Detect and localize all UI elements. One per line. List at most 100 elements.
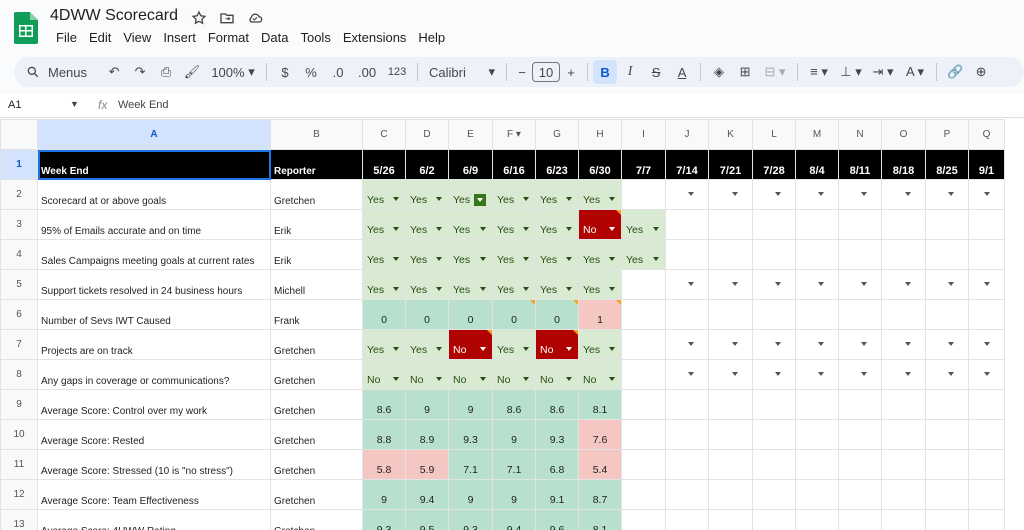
- score-cell[interactable]: 9.3: [448, 419, 493, 450]
- empty-dropdown-cell[interactable]: [881, 329, 926, 360]
- dropdown-cell[interactable]: No: [405, 359, 449, 390]
- empty-dropdown-cell[interactable]: [752, 329, 796, 360]
- empty-cell[interactable]: [881, 389, 926, 420]
- empty-cell[interactable]: [621, 449, 666, 480]
- insert-comment-icon[interactable]: ⊕: [968, 60, 994, 84]
- dropdown-arrow-icon[interactable]: [436, 347, 442, 351]
- empty-cell[interactable]: [708, 389, 753, 420]
- dropdown-arrow-icon[interactable]: [984, 282, 990, 286]
- empty-cell[interactable]: [621, 359, 666, 390]
- dropdown-cell[interactable]: Yes: [405, 329, 449, 360]
- sheets-logo-icon[interactable]: [14, 12, 38, 44]
- empty-dropdown-cell[interactable]: [881, 359, 926, 390]
- empty-cell[interactable]: [665, 449, 709, 480]
- filter-icon[interactable]: ▾: [516, 129, 521, 140]
- select-all-corner[interactable]: [0, 119, 38, 150]
- date-header[interactable]: 8/11: [838, 149, 882, 180]
- metric-name-cell[interactable]: Support tickets resolved in 24 business …: [37, 269, 271, 300]
- score-cell[interactable]: 8.8: [362, 419, 406, 450]
- empty-cell[interactable]: [621, 329, 666, 360]
- empty-cell[interactable]: [925, 239, 969, 270]
- empty-cell[interactable]: [881, 239, 926, 270]
- dropdown-arrow-icon[interactable]: [480, 257, 486, 261]
- score-cell[interactable]: 5.4: [578, 449, 622, 480]
- dropdown-cell[interactable]: No: [535, 359, 579, 390]
- empty-cell[interactable]: [838, 419, 882, 450]
- dropdown-arrow-icon[interactable]: [523, 257, 529, 261]
- score-cell[interactable]: 8.1: [578, 509, 622, 530]
- empty-cell[interactable]: [665, 419, 709, 450]
- dropdown-arrow-icon[interactable]: [609, 287, 615, 291]
- empty-dropdown-cell[interactable]: [752, 179, 796, 210]
- paint-format-icon[interactable]: 🖌: [179, 60, 205, 84]
- dropdown-arrow-icon[interactable]: [566, 257, 572, 261]
- dropdown-arrow-icon[interactable]: [818, 282, 824, 286]
- empty-cell[interactable]: [881, 479, 926, 510]
- dropdown-arrow-icon[interactable]: [984, 342, 990, 346]
- score-cell[interactable]: 8.1: [578, 389, 622, 420]
- dropdown-arrow-icon[interactable]: [523, 227, 529, 231]
- dropdown-arrow-icon[interactable]: [523, 287, 529, 291]
- empty-dropdown-cell[interactable]: [665, 329, 709, 360]
- empty-dropdown-cell[interactable]: [881, 179, 926, 210]
- empty-cell[interactable]: [621, 479, 666, 510]
- dropdown-arrow-icon[interactable]: [480, 377, 486, 381]
- name-box-chevron-icon[interactable]: ▼: [70, 99, 79, 109]
- star-icon[interactable]: [190, 9, 208, 27]
- empty-cell[interactable]: [621, 179, 666, 210]
- score-cell[interactable]: 8.6: [492, 389, 536, 420]
- score-cell[interactable]: 5.8: [362, 449, 406, 480]
- empty-cell[interactable]: [795, 209, 839, 240]
- empty-cell[interactable]: [968, 479, 1005, 510]
- dropdown-arrow-icon[interactable]: [905, 372, 911, 376]
- empty-dropdown-cell[interactable]: [708, 329, 753, 360]
- horizontal-align-icon[interactable]: ≡ ▾: [803, 60, 835, 84]
- merge-cells-icon[interactable]: ⊟ ▾: [758, 60, 792, 84]
- empty-dropdown-cell[interactable]: [795, 359, 839, 390]
- cell-reporter-header[interactable]: Reporter: [270, 149, 363, 180]
- dropdown-arrow-icon[interactable]: [393, 227, 399, 231]
- column-header-l[interactable]: L: [752, 119, 796, 150]
- empty-cell[interactable]: [795, 419, 839, 450]
- empty-cell[interactable]: [881, 419, 926, 450]
- dropdown-cell[interactable]: Yes: [578, 239, 622, 270]
- empty-cell[interactable]: [968, 449, 1005, 480]
- row-header[interactable]: 8: [0, 359, 38, 390]
- metric-name-cell[interactable]: Average Score: Control over my work: [37, 389, 271, 420]
- score-cell[interactable]: 9.1: [535, 479, 579, 510]
- row-header[interactable]: 13: [0, 509, 38, 530]
- dropdown-arrow-icon[interactable]: [566, 227, 572, 231]
- column-header-d[interactable]: D: [405, 119, 449, 150]
- score-cell[interactable]: 0: [405, 299, 449, 330]
- score-cell[interactable]: 9.5: [405, 509, 449, 530]
- dropdown-arrow-icon[interactable]: [775, 282, 781, 286]
- dropdown-arrow-icon[interactable]: [566, 347, 572, 351]
- dropdown-cell[interactable]: Yes: [492, 239, 536, 270]
- date-header[interactable]: 7/7: [621, 149, 666, 180]
- dropdown-arrow-icon[interactable]: [984, 192, 990, 196]
- dropdown-arrow-icon[interactable]: [609, 257, 615, 261]
- dropdown-arrow-icon[interactable]: [861, 192, 867, 196]
- empty-cell[interactable]: [752, 479, 796, 510]
- empty-cell[interactable]: [925, 509, 969, 530]
- dropdown-cell[interactable]: Yes: [492, 209, 536, 240]
- dropdown-cell[interactable]: Yes: [448, 269, 493, 300]
- empty-cell[interactable]: [838, 299, 882, 330]
- column-header-q[interactable]: Q: [968, 119, 1005, 150]
- column-header-k[interactable]: K: [708, 119, 753, 150]
- dropdown-arrow-icon[interactable]: [609, 377, 615, 381]
- empty-cell[interactable]: [708, 209, 753, 240]
- dropdown-cell[interactable]: Yes: [535, 179, 579, 210]
- empty-cell[interactable]: [881, 209, 926, 240]
- date-header[interactable]: 5/26: [362, 149, 406, 180]
- borders-icon[interactable]: ⊞: [732, 60, 758, 84]
- dropdown-cell[interactable]: No: [578, 359, 622, 390]
- empty-cell[interactable]: [752, 239, 796, 270]
- empty-cell[interactable]: [795, 449, 839, 480]
- score-cell[interactable]: 9: [405, 389, 449, 420]
- dropdown-arrow-icon[interactable]: [653, 227, 659, 231]
- dropdown-arrow-icon[interactable]: [948, 342, 954, 346]
- score-cell[interactable]: 7.1: [492, 449, 536, 480]
- empty-cell[interactable]: [838, 509, 882, 530]
- date-header[interactable]: 8/4: [795, 149, 839, 180]
